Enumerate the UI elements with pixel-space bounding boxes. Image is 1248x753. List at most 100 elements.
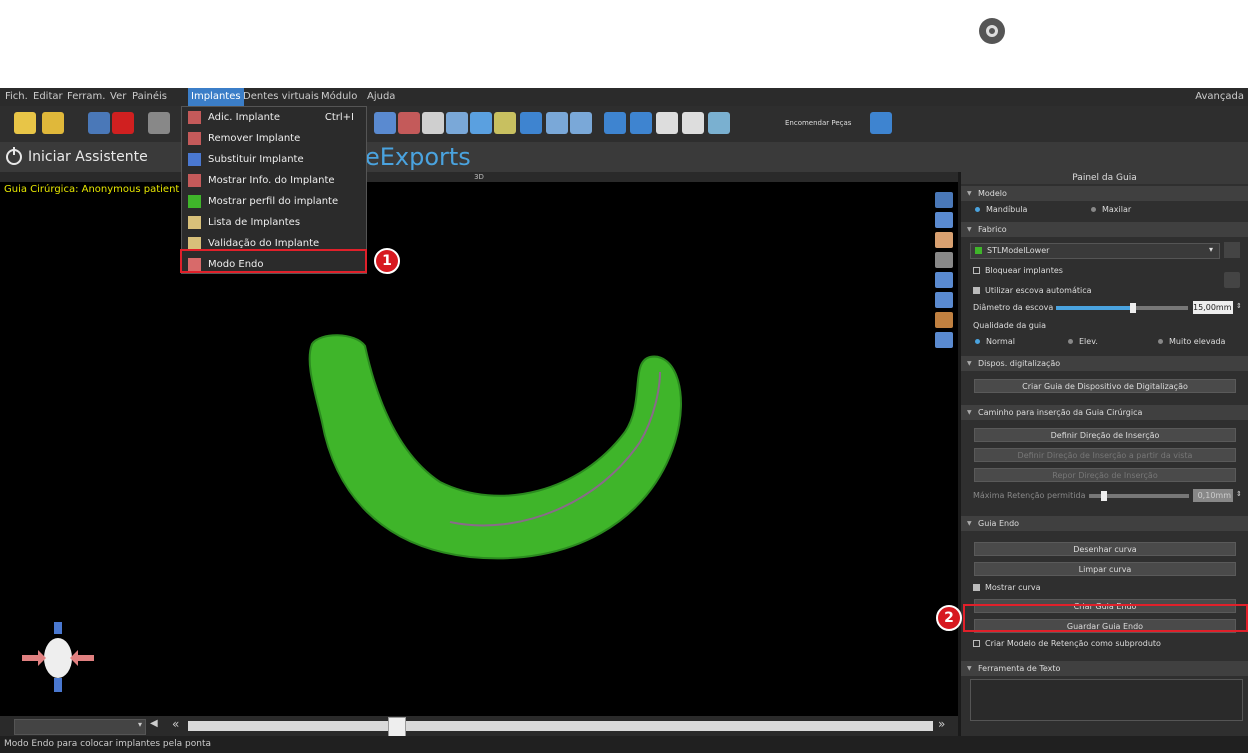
replace-implant-icon: [188, 153, 201, 166]
chevron-down-icon[interactable]: ▾: [138, 720, 142, 729]
text-tool-area[interactable]: [970, 679, 1243, 721]
cart-icon[interactable]: [708, 112, 730, 134]
menu-item-add-implant[interactable]: Adic. Implante Ctrl+I: [182, 107, 366, 128]
define-insertion-button[interactable]: Definir Direção de Inserção: [974, 428, 1236, 442]
sleeve-icon[interactable]: [470, 112, 492, 134]
radio-quality-very-high[interactable]: Muito elevada: [1158, 337, 1225, 346]
spin-icon[interactable]: ⇕: [1236, 490, 1242, 498]
fit-view-icon[interactable]: [630, 112, 652, 134]
double-chevron-right-icon[interactable]: »: [938, 717, 945, 731]
auto-brush-checkbox[interactable]: Utilizar escova automática: [973, 286, 1092, 295]
section-insertion-path[interactable]: Caminho para inserção da Guia Cirúrgica: [961, 405, 1248, 420]
menu-item-implant-info[interactable]: Mostrar Info. do Implante: [182, 170, 366, 191]
draw-curve-button[interactable]: Desenhar curva: [974, 542, 1236, 556]
brush-diameter-input[interactable]: 15,00mm: [1193, 301, 1233, 314]
advanced-mode-label[interactable]: Avançada: [1195, 88, 1244, 106]
radio-dot: [1091, 207, 1096, 212]
section-scan-device[interactable]: Dispos. digitalização: [961, 356, 1248, 371]
tooth-icon[interactable]: [422, 112, 444, 134]
radio-maxilar[interactable]: Maxilar: [1091, 205, 1131, 214]
remove-implant-icon: [188, 132, 201, 145]
arch-icon[interactable]: [374, 112, 396, 134]
lock-implants-checkbox[interactable]: Bloquear implantes: [973, 266, 1063, 275]
expand-icon[interactable]: [870, 112, 892, 134]
retention-model-checkbox[interactable]: Criar Modelo de Retenção como subproduto: [973, 639, 1161, 648]
model-color-swatch: [975, 247, 982, 254]
implant-list-icon: [188, 216, 201, 229]
annotation-icon[interactable]: [935, 272, 953, 288]
view-combo[interactable]: [14, 719, 146, 735]
cloud-upload-icon[interactable]: [656, 112, 678, 134]
clear-curve-button[interactable]: Limpar curva: [974, 562, 1236, 576]
smile-icon[interactable]: [935, 312, 953, 328]
layer-icon[interactable]: [935, 252, 953, 268]
reset-insertion-button[interactable]: Repor Direção de Inserção: [974, 468, 1236, 482]
retention-input[interactable]: 0,10mm: [1193, 489, 1233, 502]
pan-icon[interactable]: [570, 112, 592, 134]
radio-quality-normal[interactable]: Normal: [975, 337, 1015, 346]
measure-icon[interactable]: [446, 112, 468, 134]
section-modelo[interactable]: Modelo: [961, 186, 1248, 201]
list-icon[interactable]: [494, 112, 516, 134]
radio-dot: [975, 207, 980, 212]
model-select[interactable]: STLModelLower ▾: [970, 243, 1220, 259]
show-curve-checkbox[interactable]: Mostrar curva: [973, 583, 1041, 592]
menu-modulo[interactable]: Módulo: [318, 88, 360, 106]
radio-quality-high[interactable]: Elev.: [1068, 337, 1098, 346]
define-insertion-from-view-button[interactable]: Definir Direção de Inserção a partir da …: [974, 448, 1236, 462]
start-assistant-button[interactable]: Iniciar Assistente: [6, 146, 148, 168]
3d-viewport[interactable]: 3D Guia Cirúrgica: Anonymous patient: [0, 172, 958, 753]
dental-model[interactable]: [300, 332, 700, 572]
open-folder-icon[interactable]: [42, 112, 64, 134]
view-close-icon[interactable]: [935, 192, 953, 208]
shortcut-label: Ctrl+I: [324, 112, 354, 123]
undo-icon[interactable]: [148, 112, 170, 134]
camera-icon[interactable]: [935, 332, 953, 348]
menu-paineis[interactable]: Painéis: [129, 88, 170, 106]
close-icon[interactable]: [112, 112, 134, 134]
brush-slider-thumb[interactable]: [1130, 303, 1136, 313]
menu-editar[interactable]: Editar: [30, 88, 66, 106]
settings-gear-icon[interactable]: [979, 18, 1005, 44]
face-icon[interactable]: [935, 232, 953, 248]
checkbox: [973, 287, 980, 294]
cloud-download-icon[interactable]: [682, 112, 704, 134]
zoom-icon[interactable]: [546, 112, 568, 134]
highlight-create-endo-guide: [963, 604, 1248, 632]
arch-view-icon[interactable]: [935, 212, 953, 228]
radio-dot: [975, 339, 980, 344]
double-chevron-left-icon[interactable]: «: [172, 717, 179, 731]
save-icon[interactable]: [88, 112, 110, 134]
menu-fich[interactable]: Fich.: [2, 88, 31, 106]
grid-icon[interactable]: [935, 292, 953, 308]
menu-implantes[interactable]: Implantes: [188, 88, 244, 106]
tools-icon[interactable]: [1224, 242, 1240, 258]
implant-tool-icon[interactable]: [398, 112, 420, 134]
orientation-widget[interactable]: [18, 620, 98, 700]
case-label: Guia Cirúrgica: Anonymous patient: [4, 184, 180, 195]
menu-item-implant-profile[interactable]: Mostrar perfil do implante: [182, 191, 366, 212]
menu-item-remove-implant[interactable]: Remover Implante: [182, 128, 366, 149]
refresh-icon[interactable]: [1224, 272, 1240, 288]
spin-icon[interactable]: ⇕: [1236, 302, 1242, 310]
menu-dentes-virtuais[interactable]: Dentes virtuais: [240, 88, 322, 106]
retention-slider-thumb[interactable]: [1101, 491, 1107, 501]
create-scan-guide-button[interactable]: Criar Guia de Dispositivo de Digitalizaç…: [974, 379, 1236, 393]
menu-ver[interactable]: Ver: [107, 88, 129, 106]
section-text-tool[interactable]: Ferramenta de Texto: [961, 661, 1248, 676]
new-folder-icon[interactable]: [14, 112, 36, 134]
reset-view-icon[interactable]: [604, 112, 626, 134]
rotate-icon[interactable]: [520, 112, 542, 134]
menu-ajuda[interactable]: Ajuda: [364, 88, 398, 106]
menu-ferram[interactable]: Ferram.: [64, 88, 108, 106]
menu-item-replace-implant[interactable]: Substituir Implante: [182, 149, 366, 170]
viewport-title: 3D: [0, 172, 958, 182]
timeline-slider[interactable]: [188, 721, 933, 731]
timeline-slider-thumb[interactable]: [388, 717, 406, 737]
radio-mandibula[interactable]: Mandíbula: [975, 205, 1027, 214]
order-parts-label[interactable]: Encomendar Peças: [785, 119, 851, 127]
section-fabrico[interactable]: Fabrico: [961, 222, 1248, 237]
section-endo-guide[interactable]: Guia Endo: [961, 516, 1248, 531]
menu-item-implant-list[interactable]: Lista de Implantes: [182, 212, 366, 233]
rewind-icon[interactable]: ◀: [150, 718, 158, 729]
